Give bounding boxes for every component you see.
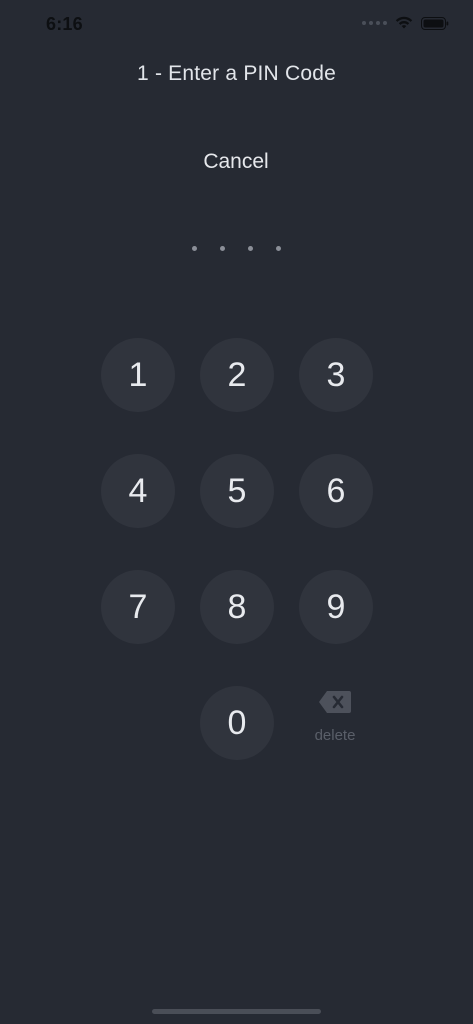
pin-dot bbox=[191, 246, 197, 251]
key-digit: 1 bbox=[128, 356, 148, 394]
page-title: 1 - Enter a PIN Code bbox=[137, 62, 336, 85]
key-digit: 4 bbox=[128, 472, 148, 510]
status-time: 6:16 bbox=[46, 14, 83, 34]
key-5[interactable]: 5 bbox=[200, 454, 274, 528]
key-digit: 0 bbox=[227, 704, 247, 742]
pin-dot bbox=[275, 246, 281, 251]
key-digit: 5 bbox=[227, 472, 247, 510]
key-6[interactable]: 6 bbox=[299, 454, 373, 528]
wifi-icon bbox=[395, 16, 413, 29]
key-4[interactable]: 4 bbox=[101, 454, 175, 528]
status-icons bbox=[362, 16, 449, 30]
cancel-button[interactable]: Cancel bbox=[186, 145, 286, 179]
status-bar: 6:16 bbox=[0, 0, 473, 52]
key-3[interactable]: 3 bbox=[299, 338, 373, 412]
delete-label: delete bbox=[314, 727, 356, 744]
key-9[interactable]: 9 bbox=[299, 570, 373, 644]
backspace-icon bbox=[319, 691, 351, 713]
battery-icon bbox=[421, 16, 449, 30]
pin-dot bbox=[219, 246, 225, 251]
pin-dot bbox=[247, 246, 253, 251]
key-digit: 6 bbox=[326, 472, 346, 510]
key-7[interactable]: 7 bbox=[101, 570, 175, 644]
pin-indicator bbox=[186, 246, 286, 252]
key-2[interactable]: 2 bbox=[200, 338, 274, 412]
key-digit: 2 bbox=[227, 356, 247, 394]
home-indicator[interactable] bbox=[152, 1009, 321, 1014]
key-8[interactable]: 8 bbox=[200, 570, 274, 644]
key-1[interactable]: 1 bbox=[101, 338, 175, 412]
key-digit: 7 bbox=[128, 588, 148, 626]
key-digit: 3 bbox=[326, 356, 346, 394]
delete-button[interactable]: delete bbox=[298, 686, 372, 760]
key-0[interactable]: 0 bbox=[200, 686, 274, 760]
cellular-signal-icon bbox=[362, 21, 387, 25]
key-digit: 8 bbox=[227, 588, 247, 626]
key-digit: 9 bbox=[326, 588, 346, 626]
